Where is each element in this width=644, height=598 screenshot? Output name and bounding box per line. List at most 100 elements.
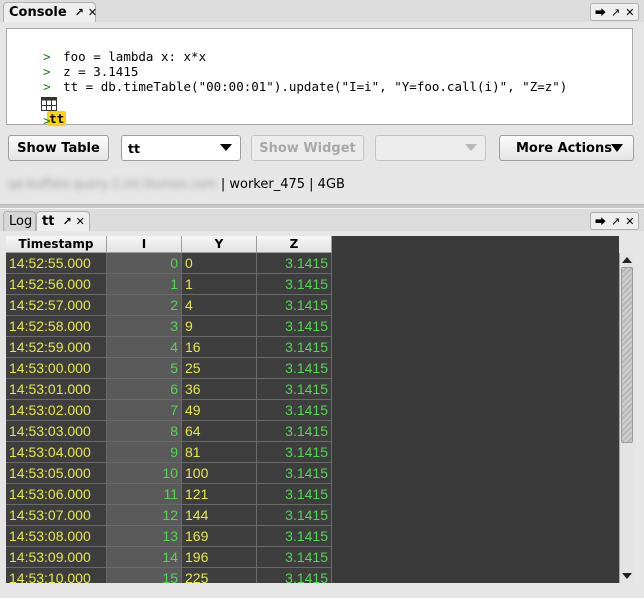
table-row[interactable]: 14:52:59.000 4 16 3.1415 <box>6 337 332 358</box>
popout-icon[interactable]: ↗ <box>611 6 620 19</box>
show-widget-button[interactable]: Show Widget <box>251 135 364 161</box>
table-row[interactable]: 14:53:02.000 7 49 3.1415 <box>6 400 332 421</box>
console-output[interactable]: > foo = lambda x: x*x > z = 3.1415 > tt = d… <box>6 28 633 128</box>
cell-i: 6 <box>107 379 182 400</box>
more-actions-label: More Actions <box>516 140 612 156</box>
table-row[interactable]: 14:53:09.000 14 196 3.1415 <box>6 547 332 568</box>
table-row[interactable]: 14:53:06.000 11 121 3.1415 <box>6 484 332 505</box>
console-line: > <box>13 98 63 128</box>
table-select-value: tt <box>128 140 140 156</box>
cell-i: 0 <box>107 253 182 274</box>
cell-i: 9 <box>107 442 182 463</box>
cell-timestamp: 14:52:56.000 <box>6 274 107 295</box>
table-window-controls: ⮕ ↗ ✕ <box>590 212 640 230</box>
tab-tt-label: tt <box>42 214 55 229</box>
cell-timestamp: 14:53:02.000 <box>6 400 107 421</box>
cell-y: 25 <box>182 358 257 379</box>
cell-z: 3.1415 <box>257 568 332 583</box>
cell-z: 3.1415 <box>257 484 332 505</box>
share-icon[interactable]: ⮕ <box>595 4 606 20</box>
cell-timestamp: 14:52:59.000 <box>6 337 107 358</box>
cell-z: 3.1415 <box>257 442 332 463</box>
show-table-button[interactable]: Show Table <box>8 135 109 161</box>
table-row[interactable]: 14:53:01.000 6 36 3.1415 <box>6 379 332 400</box>
dropdown-arrow-icon <box>220 144 232 151</box>
table-row[interactable]: 14:53:03.000 8 64 3.1415 <box>6 421 332 442</box>
column-header-i[interactable]: I <box>107 236 182 253</box>
host-name-blurred: qa-buffalo-query-1.int.illumon.com <box>8 177 217 191</box>
cell-y: 169 <box>182 526 257 547</box>
dropdown-arrow-icon <box>611 144 623 152</box>
tab-tt[interactable]: tt ↗ ✕ <box>36 211 90 231</box>
widget-select[interactable] <box>375 135 486 161</box>
cell-z: 3.1415 <box>257 316 332 337</box>
cell-timestamp: 14:53:03.000 <box>6 421 107 442</box>
console-line: > tt = db.timeTable("00:00:01").update("I… <box>13 64 567 94</box>
column-header-y[interactable]: Y <box>182 236 257 253</box>
close-icon[interactable]: ✕ <box>88 6 97 19</box>
table-row[interactable]: 14:53:07.000 12 144 3.1415 <box>6 505 332 526</box>
close-icon[interactable]: ✕ <box>625 215 634 228</box>
cell-i: 12 <box>107 505 182 526</box>
table-row[interactable]: 14:53:08.000 13 169 3.1415 <box>6 526 332 547</box>
table-header: Timestamp I Y Z <box>6 236 332 253</box>
console-line: > foo = lambda x: x*x <box>13 34 206 64</box>
table-row[interactable]: 14:52:56.000 1 1 3.1415 <box>6 274 332 295</box>
cell-y: 49 <box>182 400 257 421</box>
table-row[interactable]: 14:53:04.000 9 81 3.1415 <box>6 442 332 463</box>
cell-timestamp: 14:52:55.000 <box>6 253 107 274</box>
scrollbar-thumb[interactable] <box>621 267 633 443</box>
cell-z: 3.1415 <box>257 526 332 547</box>
cell-timestamp: 14:53:01.000 <box>6 379 107 400</box>
pin-icon[interactable]: ↗ <box>75 6 84 19</box>
cell-i: 1 <box>107 274 182 295</box>
vertical-scrollbar[interactable] <box>619 253 634 583</box>
table-row[interactable]: 14:53:10.000 15 225 3.1415 <box>6 568 332 583</box>
column-header-timestamp[interactable]: Timestamp <box>6 236 107 253</box>
cell-i: 3 <box>107 316 182 337</box>
scroll-down-icon[interactable] <box>622 573 632 579</box>
table-row[interactable]: 14:53:00.000 5 25 3.1415 <box>6 358 332 379</box>
tab-console[interactable]: Console ↗ ✕ <box>3 2 97 22</box>
cell-i: 2 <box>107 295 182 316</box>
cell-timestamp: 14:52:58.000 <box>6 316 107 337</box>
more-actions-button[interactable]: More Actions <box>499 135 634 161</box>
cell-y: 1 <box>182 274 257 295</box>
cell-y: 121 <box>182 484 257 505</box>
column-header-z[interactable]: Z <box>257 236 332 253</box>
table-grid[interactable]: Timestamp I Y Z 14:52:55.000 0 0 3.1415 14:5… <box>6 236 619 583</box>
close-icon[interactable]: ✕ <box>625 6 634 19</box>
worker-info: | worker_475 | 4GB <box>216 177 345 192</box>
table-row[interactable]: 14:52:58.000 3 9 3.1415 <box>6 316 332 337</box>
table-row[interactable]: 14:52:57.000 2 4 3.1415 <box>6 295 332 316</box>
cell-z: 3.1415 <box>257 421 332 442</box>
cell-timestamp: 14:53:05.000 <box>6 463 107 484</box>
console-line: > z = 3.1415 <box>13 49 138 79</box>
table-row[interactable]: 14:53:05.000 10 100 3.1415 <box>6 463 332 484</box>
console-window-controls: ⮕ ↗ ✕ <box>590 3 640 21</box>
cell-y: 0 <box>182 253 257 274</box>
tab-log-label: Log <box>9 214 33 229</box>
tab-console-label: Console <box>9 5 67 20</box>
cell-y: 64 <box>182 421 257 442</box>
cell-z: 3.1415 <box>257 400 332 421</box>
cell-y: 196 <box>182 547 257 568</box>
cell-z: 3.1415 <box>257 505 332 526</box>
cell-z: 3.1415 <box>257 253 332 274</box>
cell-timestamp: 14:53:04.000 <box>6 442 107 463</box>
cell-timestamp: 14:53:10.000 <box>6 568 107 583</box>
cell-i: 8 <box>107 421 182 442</box>
cell-y: 16 <box>182 337 257 358</box>
table-select[interactable]: tt <box>121 135 241 161</box>
cell-y: 9 <box>182 316 257 337</box>
cell-i: 4 <box>107 337 182 358</box>
pin-icon[interactable]: ↗ <box>62 215 71 228</box>
table-row[interactable]: 14:52:55.000 0 0 3.1415 <box>6 253 332 274</box>
close-icon[interactable]: ✕ <box>76 215 85 228</box>
tab-log[interactable]: Log <box>3 211 36 231</box>
scroll-up-icon[interactable] <box>622 257 632 263</box>
cell-y: 144 <box>182 505 257 526</box>
popout-icon[interactable]: ↗ <box>611 215 620 228</box>
cell-i: 14 <box>107 547 182 568</box>
share-icon[interactable]: ⮕ <box>595 213 606 229</box>
